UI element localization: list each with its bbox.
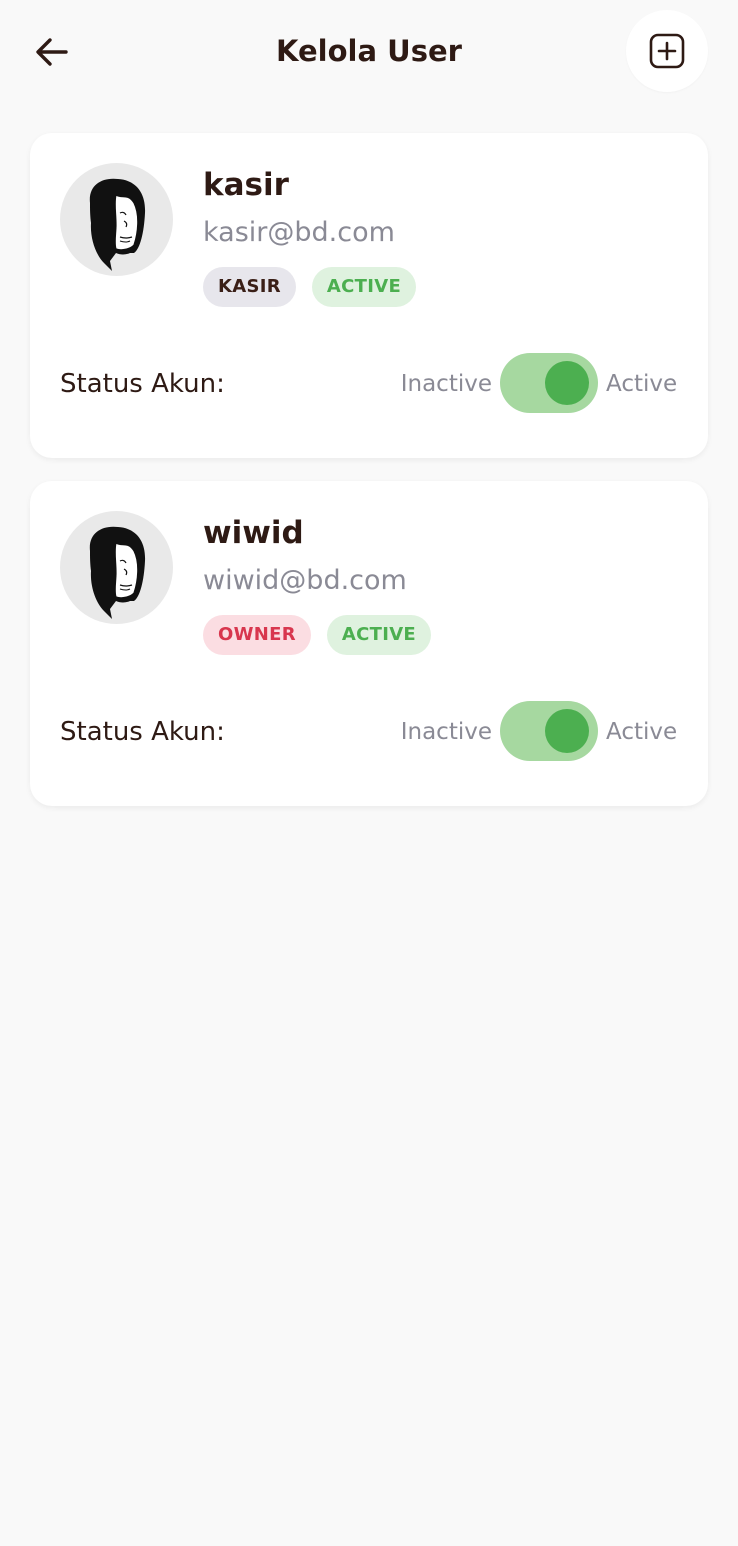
role-badge: OWNER [203,615,311,655]
toggle-inactive-label: Inactive [400,371,492,397]
user-email: wiwid@bd.com [203,565,407,596]
user-card[interactable]: kasir kasir@bd.com KASIR ACTIVE Status A… [30,133,708,458]
toggle-active-label: Active [606,371,678,397]
badge-group: OWNER ACTIVE [203,615,432,655]
account-status-toggle[interactable] [500,353,598,413]
toggle-knob [545,361,589,405]
toggle-active-label: Active [606,719,678,745]
account-status-label: Status Akun: [60,717,225,747]
plus-square-icon [649,33,685,69]
toggle-knob [545,709,589,753]
status-badge: ACTIVE [326,615,432,655]
account-status-toggle[interactable] [500,701,598,761]
user-card[interactable]: wiwid wiwid@bd.com OWNER ACTIVE Status A… [30,481,708,806]
app-header: Kelola User [0,0,738,104]
badge-group: KASIR ACTIVE [203,267,417,307]
account-status-label: Status Akun: [60,369,225,399]
user-name: wiwid [203,515,304,551]
user-avatar-icon [89,526,146,619]
add-user-button[interactable] [626,10,708,92]
avatar [60,511,173,624]
toggle-inactive-label: Inactive [400,719,492,745]
status-badge: ACTIVE [311,267,417,307]
avatar [60,163,173,276]
user-avatar-icon [89,178,146,271]
user-email: kasir@bd.com [203,217,395,248]
role-badge: KASIR [203,267,296,307]
user-name: kasir [203,167,289,203]
